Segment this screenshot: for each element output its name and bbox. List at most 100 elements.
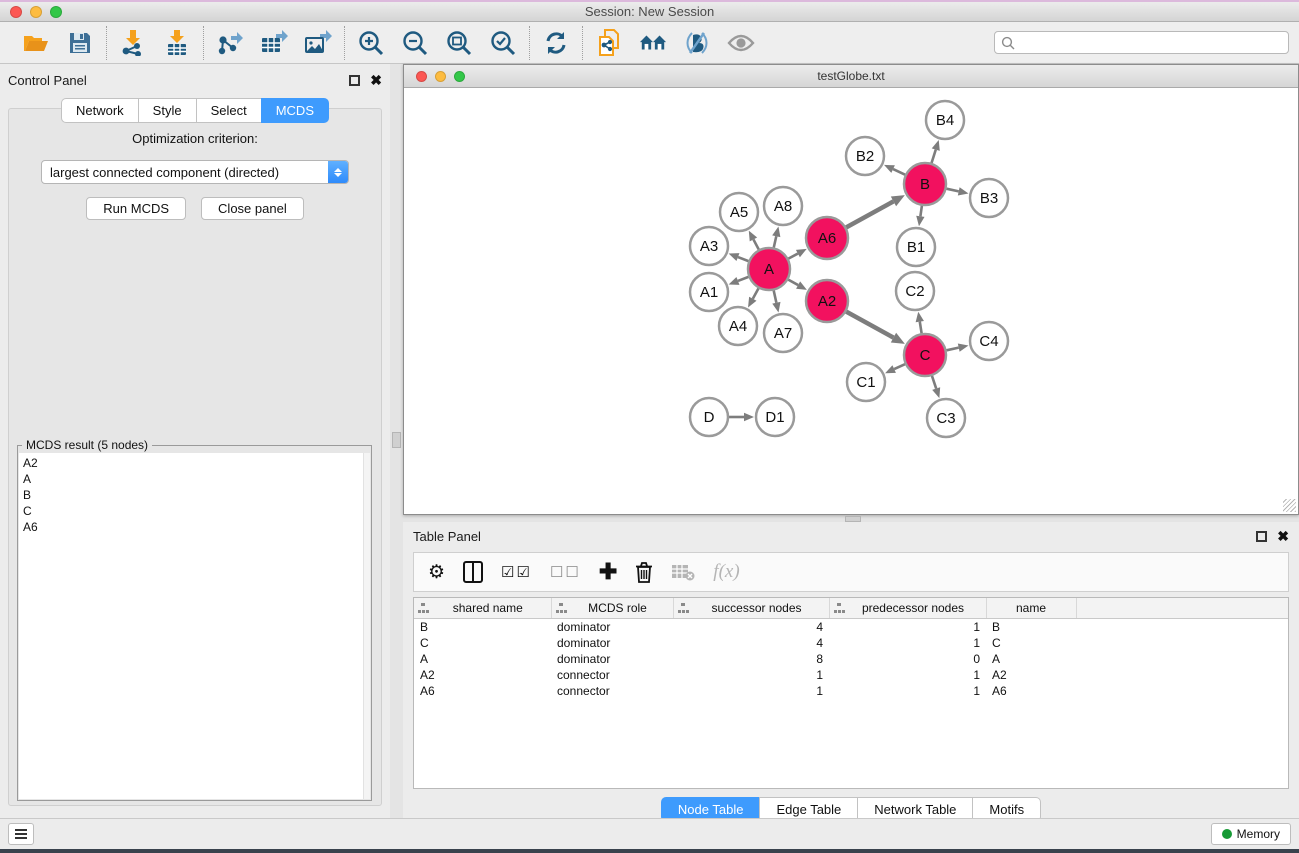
import-network-icon[interactable]: [119, 29, 147, 57]
close-table-panel-icon[interactable]: ✖: [1277, 531, 1289, 542]
show-eye-icon[interactable]: [727, 29, 755, 57]
column-header[interactable]: MCDS role: [551, 598, 673, 619]
tab-select[interactable]: Select: [196, 98, 261, 123]
import-table-icon[interactable]: [163, 29, 191, 57]
tab-mcds[interactable]: MCDS: [261, 98, 329, 123]
table-cell[interactable]: 0: [829, 651, 986, 667]
network-from-selection-icon[interactable]: [595, 29, 623, 57]
network-canvas[interactable]: AA6A2BCA5A8A3A1A4A7B4B2B3B1C2C4C1C3DD1: [404, 88, 1298, 514]
memory-button[interactable]: Memory: [1211, 823, 1291, 845]
mcds-result-list[interactable]: A2ABCA6: [19, 453, 370, 799]
column-header[interactable]: predecessor nodes: [829, 598, 986, 619]
table-cell[interactable]: 1: [829, 635, 986, 651]
home-neighbors-icon[interactable]: [639, 29, 667, 57]
graph-edge[interactable]: [774, 290, 777, 302]
table-row[interactable]: Cdominator41C: [414, 635, 1288, 651]
unselect-all-columns-icon[interactable]: ☐☐: [550, 559, 581, 585]
graph-edge[interactable]: [932, 150, 936, 163]
table-cell[interactable]: 4: [673, 619, 829, 635]
table-cell[interactable]: C: [986, 635, 1076, 651]
graph-edge[interactable]: [846, 201, 893, 227]
mcds-result-item[interactable]: C: [23, 503, 370, 519]
column-header[interactable]: shared name: [414, 598, 551, 619]
float-table-panel-icon[interactable]: [1256, 531, 1267, 542]
table-cell[interactable]: [1076, 635, 1288, 651]
graph-edge[interactable]: [738, 277, 749, 281]
table-cell[interactable]: 4: [673, 635, 829, 651]
table-cell[interactable]: B: [414, 619, 551, 635]
table-cell[interactable]: A6: [986, 683, 1076, 699]
select-all-columns-icon[interactable]: ☑☑: [501, 559, 532, 585]
zoom-selected-icon[interactable]: [489, 29, 517, 57]
table-cell[interactable]: A6: [414, 683, 551, 699]
close-panel-button[interactable]: Close panel: [201, 197, 304, 220]
network-window-titlebar[interactable]: testGlobe.txt: [404, 65, 1298, 88]
table-cell[interactable]: 1: [673, 683, 829, 699]
zoom-fit-icon[interactable]: [445, 29, 473, 57]
table-cell[interactable]: connector: [551, 667, 673, 683]
table-cell[interactable]: A2: [414, 667, 551, 683]
result-list-scrollbar[interactable]: [363, 453, 370, 799]
table-cell[interactable]: C: [414, 635, 551, 651]
export-image-icon[interactable]: [304, 29, 332, 57]
graph-edge[interactable]: [920, 206, 922, 217]
graph-edge[interactable]: [932, 376, 936, 389]
table-cell[interactable]: [1076, 667, 1288, 683]
mcds-result-item[interactable]: B: [23, 487, 370, 503]
open-session-icon[interactable]: [22, 29, 50, 57]
float-panel-icon[interactable]: [349, 75, 360, 86]
table-cell[interactable]: A2: [986, 667, 1076, 683]
graph-edge[interactable]: [774, 236, 777, 247]
table-cell[interactable]: connector: [551, 683, 673, 699]
table-cell[interactable]: 1: [829, 667, 986, 683]
table-cell[interactable]: 1: [829, 683, 986, 699]
table-cell[interactable]: [1076, 651, 1288, 667]
mcds-result-item[interactable]: A6: [23, 519, 370, 535]
show-columns-icon[interactable]: [463, 559, 483, 585]
vertical-splitter-handle[interactable]: [392, 432, 401, 448]
table-row[interactable]: A6connector11A6: [414, 683, 1288, 699]
table-row[interactable]: A2connector11A2: [414, 667, 1288, 683]
graph-edge[interactable]: [788, 254, 797, 259]
graph-edge[interactable]: [788, 280, 798, 285]
save-session-icon[interactable]: [66, 29, 94, 57]
task-history-button[interactable]: [8, 823, 34, 845]
graph-edge[interactable]: [753, 288, 759, 298]
table-cell[interactable]: dominator: [551, 651, 673, 667]
table-cell[interactable]: [1076, 683, 1288, 699]
column-header[interactable]: successor nodes: [673, 598, 829, 619]
table-cell[interactable]: 8: [673, 651, 829, 667]
column-header[interactable]: name: [986, 598, 1076, 619]
criterion-dropdown[interactable]: largest connected component (directed): [41, 160, 349, 184]
table-cell[interactable]: A: [986, 651, 1076, 667]
export-network-icon[interactable]: [216, 29, 244, 57]
run-mcds-button[interactable]: Run MCDS: [86, 197, 186, 220]
table-cell[interactable]: [1076, 619, 1288, 635]
zoom-in-icon[interactable]: [357, 29, 385, 57]
table-cell[interactable]: A: [414, 651, 551, 667]
refresh-icon[interactable]: [542, 29, 570, 57]
graph-edge[interactable]: [753, 239, 758, 249]
graph-edge[interactable]: [920, 322, 922, 334]
tab-style[interactable]: Style: [138, 98, 196, 123]
search-box[interactable]: [994, 31, 1289, 54]
table-cell[interactable]: 1: [673, 667, 829, 683]
close-panel-icon[interactable]: ✖: [370, 75, 382, 86]
delete-column-icon[interactable]: [635, 559, 653, 585]
table-cell[interactable]: dominator: [551, 635, 673, 651]
graph-edge[interactable]: [738, 257, 749, 261]
table-row[interactable]: Bdominator41B: [414, 619, 1288, 635]
mcds-result-item[interactable]: A2: [23, 455, 370, 471]
window-resize-grip[interactable]: [1283, 499, 1296, 512]
hide-details-icon[interactable]: [683, 29, 711, 57]
table-cell[interactable]: 1: [829, 619, 986, 635]
graph-edge[interactable]: [946, 189, 958, 192]
graph-edge[interactable]: [893, 169, 905, 175]
zoom-out-icon[interactable]: [401, 29, 429, 57]
create-column-icon[interactable]: ✚: [599, 559, 617, 585]
table-cell[interactable]: B: [986, 619, 1076, 635]
mcds-result-item[interactable]: A: [23, 471, 370, 487]
graph-edge[interactable]: [894, 364, 905, 369]
search-input[interactable]: [1015, 36, 1282, 50]
table-cell[interactable]: dominator: [551, 619, 673, 635]
